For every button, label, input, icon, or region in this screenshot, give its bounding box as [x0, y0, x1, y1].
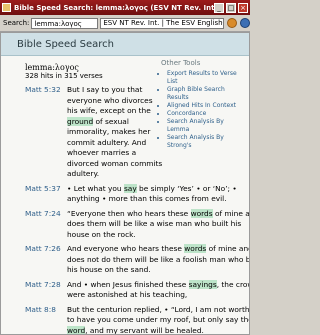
- hit-highlight: say: [123, 183, 137, 193]
- result-row: Matt 8:8 But the centurion replied, • “L…: [25, 305, 249, 335]
- verse-ref-link[interactable]: Matt 7:28: [25, 280, 67, 301]
- verse-text: And everyone who hears these words of mi…: [67, 244, 250, 274]
- verse-text: “Everyone then who hears these words of …: [67, 208, 250, 239]
- tool-link-concordance[interactable]: Concordance: [167, 110, 247, 118]
- hit-highlight: words: [184, 244, 207, 253]
- page-title: Bible Speed Search: [1, 33, 249, 56]
- results-list: Matt 5:32 But I say to you that everyone…: [25, 85, 249, 335]
- hit-highlight: words: [190, 208, 213, 218]
- hit-highlight: ground: [67, 116, 94, 126]
- minimize-button[interactable]: _: [214, 2, 224, 13]
- verse-ref-link[interactable]: Matt 5:37: [25, 184, 67, 205]
- settings-gear-icon[interactable]: [227, 18, 238, 28]
- result-row: Matt 7:24 “Everyone then who hears these…: [25, 208, 249, 241]
- hit-highlight: sayings: [188, 279, 217, 289]
- verse-text: And • when Jesus finished these sayings,…: [67, 279, 249, 299]
- results-pane: Bible Speed Search lemma:λογος 328 hits …: [0, 32, 250, 335]
- verse-text: • Let what you say be simply ‘Yes’ • or …: [67, 183, 237, 203]
- tool-link-analysis-strongs[interactable]: Search Analysis By Strong's: [167, 134, 247, 150]
- search-label: Search:: [3, 19, 30, 27]
- other-tools-title: Other Tools: [161, 59, 201, 67]
- result-row: Matt 5:37 • Let what you say be simply ‘…: [25, 183, 237, 205]
- other-tools-panel: Other Tools Export Results to Verse List…: [161, 59, 247, 150]
- help-icon[interactable]: [240, 18, 250, 28]
- hit-count: 328 hits in 315 verses: [25, 72, 103, 80]
- tool-link-export[interactable]: Export Results to Verse List: [167, 70, 247, 86]
- verse-text: But I say to you that everyone who divor…: [67, 85, 163, 178]
- result-row: Matt 7:26 And everyone who hears these w…: [25, 244, 249, 276]
- verse-text: But the centurion replied, • “Lord, I am…: [67, 304, 250, 335]
- window-title: Bible Speed Search: lemma:λογος (ESV NT …: [14, 3, 214, 12]
- module-select[interactable]: ESV NT Rev. Int. | The ESV English-G ▼: [100, 17, 225, 29]
- toolbar: Search: lemma:λογος ESV NT Rev. Int. | T…: [0, 15, 250, 32]
- verse-ref-link[interactable]: Matt 7:26: [25, 244, 67, 276]
- result-row: Matt 7:28 And • when Jesus finished thes…: [25, 279, 249, 301]
- search-input[interactable]: lemma:λογος: [31, 17, 99, 29]
- app-icon: [2, 3, 11, 12]
- verse-ref-link[interactable]: Matt 8:8: [25, 305, 67, 335]
- tool-link-aligned-hits[interactable]: Aligned Hits In Context: [167, 102, 247, 110]
- result-row: Matt 5:32 But I say to you that everyone…: [25, 85, 165, 180]
- title-bar: Bible Speed Search: lemma:λογος (ESV NT …: [0, 0, 250, 15]
- tool-link-graph[interactable]: Graph Bible Search Results: [167, 86, 247, 102]
- hit-highlight: word: [67, 325, 86, 335]
- tool-link-analysis-lemma[interactable]: Search Analysis By Lemma: [167, 118, 247, 134]
- module-select-value: ESV NT Rev. Int. | The ESV English-G: [103, 19, 225, 27]
- maximize-button[interactable]: □: [226, 2, 236, 13]
- verse-ref-link[interactable]: Matt 7:24: [25, 209, 67, 241]
- query-lemma: lemma:λογος: [25, 63, 79, 72]
- verse-ref-link[interactable]: Matt 5:32: [25, 85, 67, 180]
- close-button[interactable]: ×: [238, 2, 248, 13]
